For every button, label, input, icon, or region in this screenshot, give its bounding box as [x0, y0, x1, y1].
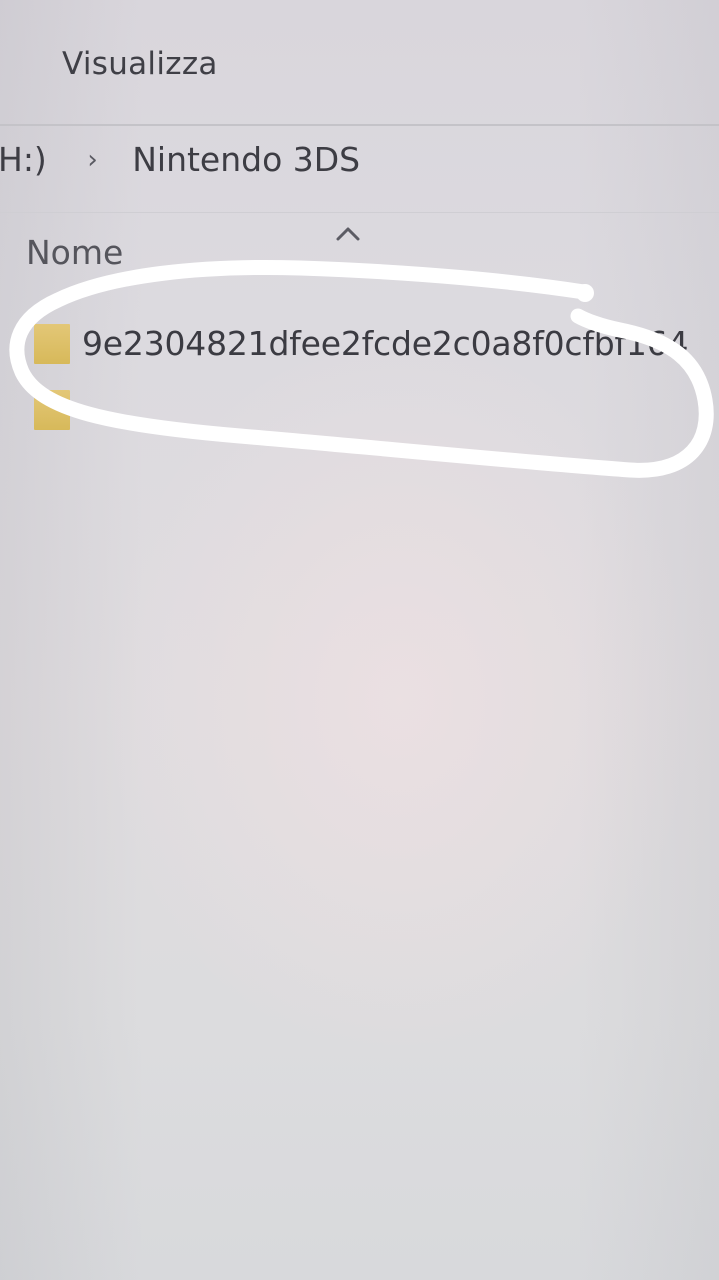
photo-shading	[0, 0, 719, 1280]
address-divider	[0, 212, 719, 213]
folder-icon	[34, 390, 70, 430]
chevron-right-icon[interactable]: ›	[87, 145, 97, 175]
column-header-name[interactable]: Nome	[26, 233, 123, 272]
breadcrumb-drive[interactable]: H:)	[0, 140, 47, 179]
file-name: 9e2304821dfee2fcde2c0a8f0cfbf164	[82, 324, 689, 363]
highlight-annotation	[9, 259, 714, 478]
tab-view[interactable]: Visualizza	[62, 46, 218, 82]
list-item[interactable]: 9e2304821dfee2fcde2c0a8f0cfbf164	[34, 322, 719, 366]
folder-icon	[34, 324, 70, 364]
breadcrumb: H:) › Nintendo 3DS	[0, 140, 360, 179]
list-item[interactable]	[34, 388, 719, 432]
breadcrumb-folder[interactable]: Nintendo 3DS	[132, 140, 360, 179]
ribbon-divider	[0, 124, 719, 126]
chevron-up-icon[interactable]	[334, 222, 362, 246]
